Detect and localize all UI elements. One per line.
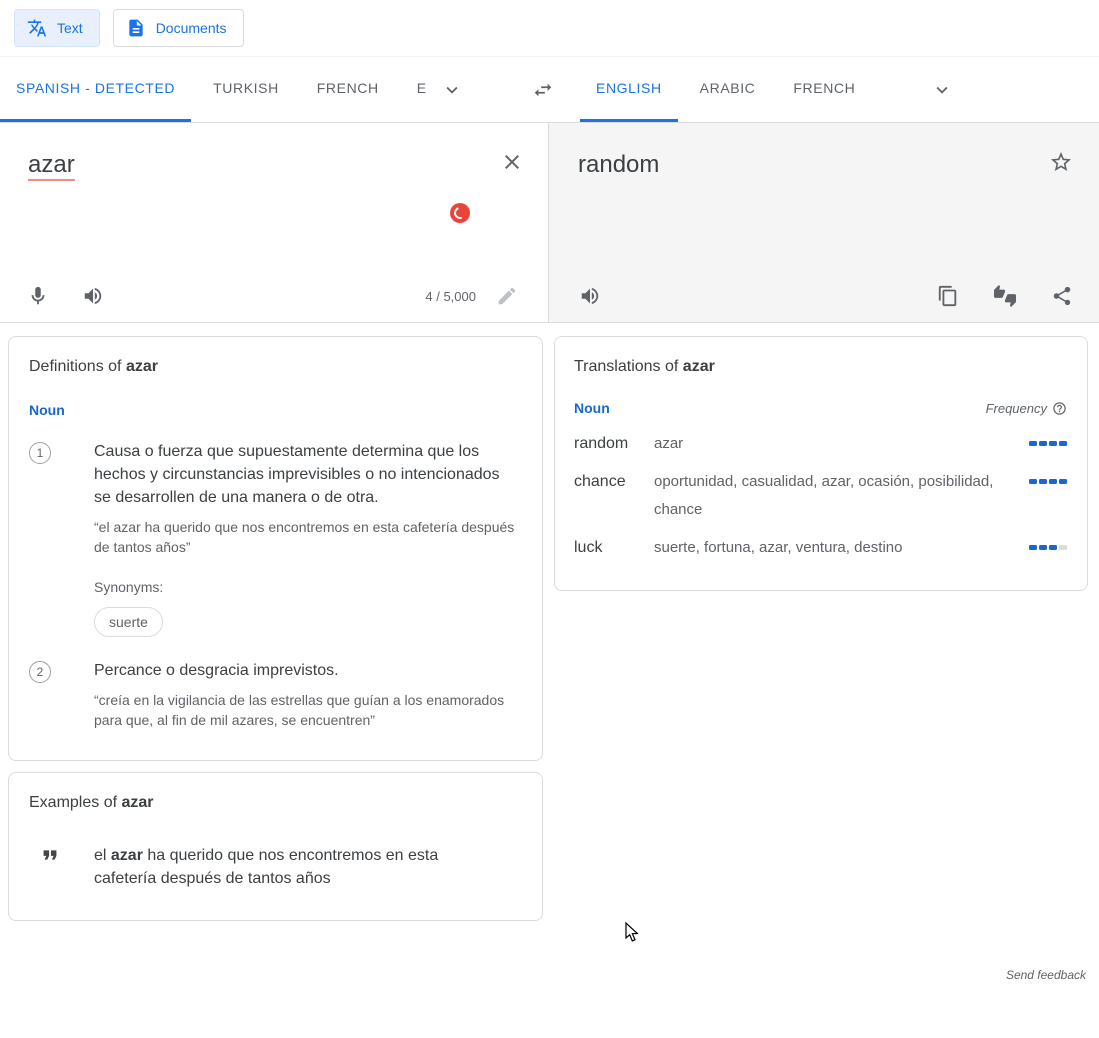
document-icon — [126, 18, 146, 38]
source-toolbar — [27, 285, 104, 307]
source-lang-tab-turkish[interactable]: TURKISH — [197, 57, 295, 122]
definitions-title: Definitions of azar — [29, 358, 518, 376]
mic-button[interactable] — [27, 285, 49, 307]
frequency-bars — [1023, 468, 1067, 524]
speaker-icon — [579, 285, 601, 307]
swap-languages-icon — [532, 79, 554, 101]
definition-number: 2 — [29, 661, 51, 683]
listen-source-button[interactable] — [82, 285, 104, 307]
speaker-icon — [82, 285, 104, 307]
definition-quote: “el azar ha querido que nos encontremos … — [94, 517, 516, 557]
example-highlighted-word: azar — [111, 847, 143, 864]
frequency-bars — [1023, 430, 1067, 458]
topbar: Text Documents — [0, 0, 1099, 57]
definition-quote: “creía en la vigilancia de las estrellas… — [94, 690, 516, 730]
target-lang-tab-english[interactable]: ENGLISH — [580, 57, 678, 122]
definitions-pos-label: Noun — [29, 402, 518, 418]
definitions-title-word: azar — [126, 358, 158, 375]
target-toolbar — [937, 285, 1073, 307]
details-section: Definitions of azar Noun 1 Causa o fuerz… — [0, 323, 1099, 921]
translation-word[interactable]: random — [574, 430, 654, 458]
definition-text: Causa o fuerza que supuestamente determi… — [94, 440, 516, 509]
definition-text: Percance o desgracia imprevistos. — [94, 659, 516, 682]
copy-translation-button[interactable] — [937, 285, 959, 307]
translations-header: Noun Frequency — [574, 400, 1067, 416]
char-count: 4 / 5,000 — [425, 289, 476, 304]
translate-icon — [27, 18, 47, 38]
copy-icon — [937, 285, 959, 307]
definition-item: 1 Causa o fuerza que supuestamente deter… — [29, 440, 518, 637]
frequency-bars — [1023, 534, 1067, 562]
handwriting-input-button[interactable] — [496, 285, 518, 307]
source-word[interactable]: azar — [28, 151, 75, 181]
frequency-label: Frequency — [986, 401, 1067, 416]
text-mode-label: Text — [57, 20, 83, 36]
translations-title: Translations of azar — [574, 358, 1067, 376]
documents-mode-label: Documents — [156, 20, 227, 36]
source-lang-tab-truncated[interactable]: E — [401, 57, 429, 122]
synonyms-label: Synonyms: — [94, 579, 516, 595]
definition-number: 1 — [29, 442, 51, 464]
translation-word[interactable]: chance — [574, 468, 654, 524]
chevron-down-icon — [931, 79, 953, 101]
close-icon — [500, 150, 524, 174]
synonym-chip[interactable]: suerte — [94, 607, 163, 637]
help-icon[interactable] — [1052, 401, 1067, 416]
example-text: el azar ha querido que nos encontremos e… — [94, 844, 518, 890]
rate-translation-button[interactable] — [994, 285, 1016, 307]
target-lang-tab-french[interactable]: FRENCH — [777, 57, 871, 122]
quote-icon — [39, 844, 61, 866]
translated-text: random — [578, 150, 659, 180]
source-lang-tab-spanish[interactable]: SPANISH - DETECTED — [0, 57, 191, 122]
translations-card: Translations of azar Noun Frequency rand… — [554, 336, 1088, 591]
translation-backtranslations: azar — [654, 430, 1023, 458]
clear-source-text-button[interactable] — [500, 150, 524, 174]
translations-pos-label: Noun — [574, 400, 610, 416]
translation-panels: azar 4 / — [0, 123, 1099, 323]
translation-backtranslations: suerte, fortuna, azar, ventura, destino — [654, 534, 1023, 562]
text-mode-button[interactable]: Text — [14, 9, 100, 47]
examples-title: Examples of azar — [29, 794, 518, 812]
translations-title-word: azar — [683, 358, 715, 375]
swap-languages-button[interactable] — [520, 57, 566, 122]
edit-icon — [496, 285, 518, 307]
target-lang-tab-arabic[interactable]: ARABIC — [684, 57, 772, 122]
send-feedback-link[interactable]: Send feedback — [1006, 968, 1086, 982]
definition-item: 2 Percance o desgracia imprevistos. “cre… — [29, 659, 518, 730]
examples-card: Examples of azar el azar ha querido que … — [8, 772, 543, 921]
source-language-expand-button[interactable] — [429, 57, 475, 122]
spell-suggestion-indicator — [450, 203, 470, 223]
source-language-tabs: SPANISH - DETECTED TURKISH FRENCH E — [0, 57, 520, 122]
translations-table: random azar chance oportunidad, casualid… — [574, 430, 1067, 562]
share-icon — [1051, 285, 1073, 307]
mouse-cursor — [625, 922, 640, 948]
source-text-input[interactable]: azar — [28, 150, 75, 180]
translation-backtranslations: oportunidad, casualidad, azar, ocasión, … — [654, 468, 1023, 524]
rate-translation-icon — [994, 285, 1016, 307]
documents-mode-button[interactable]: Documents — [113, 9, 244, 47]
definitions-card: Definitions of azar Noun 1 Causa o fuerz… — [8, 336, 543, 761]
examples-title-word: azar — [121, 794, 153, 811]
example-item: el azar ha querido que nos encontremos e… — [29, 844, 518, 890]
target-language-tabs: ENGLISH ARABIC FRENCH — [566, 57, 1099, 122]
source-panel: azar 4 / — [0, 123, 549, 322]
save-translation-button[interactable] — [1049, 150, 1073, 174]
translation-word[interactable]: luck — [574, 534, 654, 562]
target-panel: random — [549, 123, 1099, 322]
star-icon — [1049, 150, 1073, 174]
language-bar: SPANISH - DETECTED TURKISH FRENCH E ENGL… — [0, 57, 1099, 123]
listen-translation-button[interactable] — [579, 285, 601, 307]
google-translate-app: Text Documents SPANISH - DETECTED TURKIS… — [0, 0, 1099, 1038]
share-translation-button[interactable] — [1051, 285, 1073, 307]
chevron-down-icon — [441, 79, 463, 101]
source-lang-tab-french[interactable]: FRENCH — [301, 57, 395, 122]
source-toolbar-right: 4 / 5,000 — [425, 285, 518, 307]
target-language-expand-button[interactable] — [919, 57, 965, 122]
mic-icon — [27, 285, 49, 307]
